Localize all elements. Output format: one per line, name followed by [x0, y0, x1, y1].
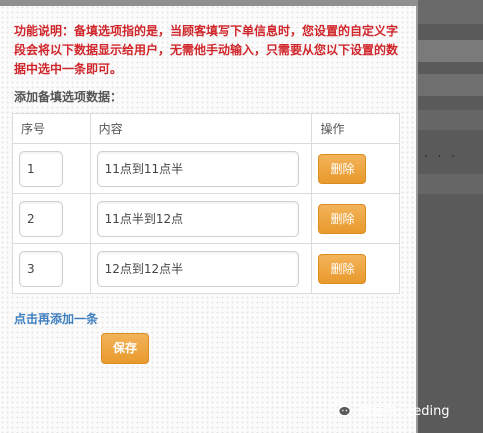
- header-index: 序号: [12, 113, 91, 144]
- table-header-row: 序号 内容 操作: [12, 113, 400, 144]
- delete-button[interactable]: 删除: [318, 253, 367, 284]
- backdrop-strip: [418, 74, 483, 96]
- dialog-title-bar: [0, 0, 418, 6]
- index-input[interactable]: [19, 200, 63, 237]
- table-row: 删除: [12, 243, 400, 294]
- wechat-watermark: 微信号: veding: [330, 398, 450, 420]
- backdrop-strip: [418, 40, 483, 62]
- options-table: 序号 内容 操作 删除: [12, 113, 400, 294]
- delete-button[interactable]: 删除: [318, 203, 367, 234]
- backdrop-strip: [418, 0, 483, 24]
- action-cell: 删除: [311, 243, 400, 294]
- content-input[interactable]: [96, 150, 299, 187]
- watermark-text: 微信号: veding: [358, 403, 450, 419]
- content-input[interactable]: [96, 200, 299, 237]
- content-input[interactable]: [96, 250, 299, 287]
- options-dialog: 功能说明：备填选项指的是，当顾客填写下单信息时，您设置的自定义字段会将以下数据显…: [0, 0, 418, 433]
- delete-button[interactable]: 删除: [318, 153, 367, 184]
- section-label: 添加备填选项数据：: [14, 90, 123, 104]
- function-notice: 功能说明：备填选项指的是，当顾客填写下单信息时，您设置的自定义字段会将以下数据显…: [14, 24, 399, 76]
- index-cell: [12, 193, 91, 244]
- index-input[interactable]: [19, 250, 63, 287]
- add-option-link[interactable]: 点击再添加一条: [14, 310, 98, 327]
- content-cell: [89, 243, 313, 294]
- content-cell: [89, 193, 313, 244]
- header-content: 内容: [89, 113, 313, 144]
- header-action: 操作: [311, 113, 400, 144]
- action-cell: 删除: [311, 193, 400, 244]
- backdrop-strip: [418, 110, 483, 130]
- action-cell: 删除: [311, 143, 400, 194]
- table-row: 删除: [12, 193, 400, 244]
- index-input[interactable]: [19, 150, 63, 187]
- save-button[interactable]: 保存: [101, 333, 149, 364]
- index-cell: [12, 143, 91, 194]
- background-ellipsis: . . .: [424, 146, 459, 160]
- table-row: 删除: [12, 143, 400, 194]
- wechat-icon: [330, 401, 351, 417]
- content-cell: [89, 143, 313, 194]
- backdrop-strip: [418, 174, 483, 194]
- index-cell: [12, 243, 91, 294]
